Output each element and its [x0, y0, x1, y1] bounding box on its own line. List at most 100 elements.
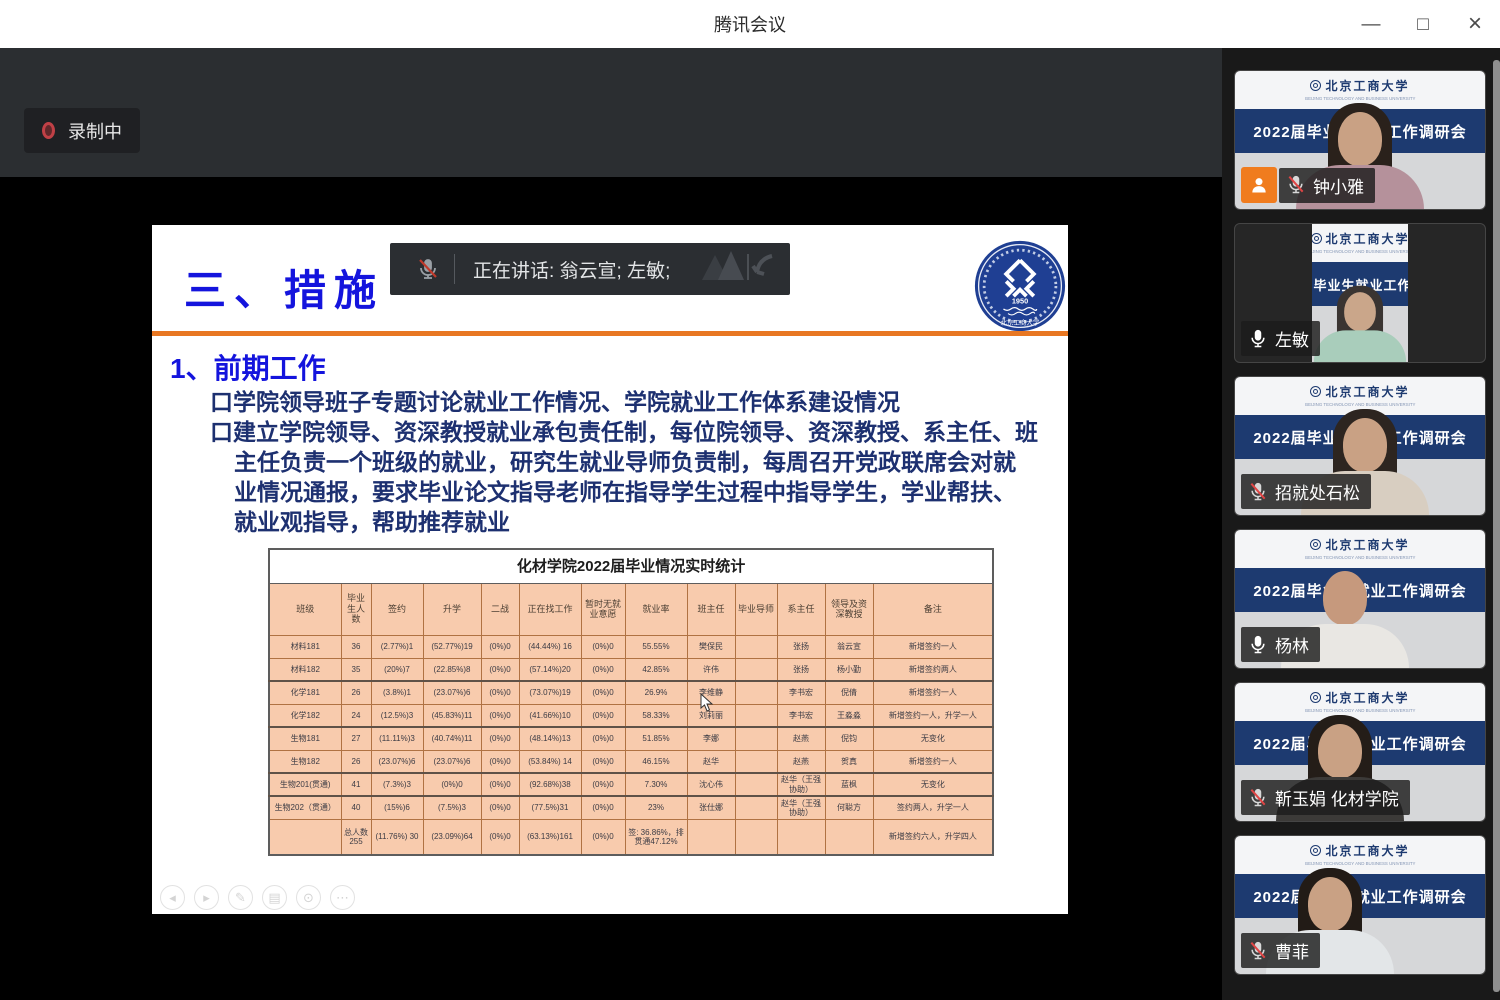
table-cell: (0%)0: [581, 635, 625, 658]
pen-icon[interactable]: ✎: [228, 885, 253, 910]
university-name-en: BEIJING TECHNOLOGY AND BUSINESS UNIVERSI…: [1305, 708, 1415, 713]
table-cell: 新增签约一人: [873, 635, 993, 658]
table-cell: 赵华（王强协助）: [777, 773, 825, 796]
participant-name: 左敏: [1275, 326, 1309, 351]
table-cell: 张仕娜: [687, 796, 735, 819]
participant-name: 曹菲: [1275, 938, 1309, 963]
tile-badges: 钟小雅: [1241, 167, 1375, 203]
university-name: 北京工商大学: [1325, 383, 1409, 400]
table-cell: (0%)0: [481, 681, 519, 704]
participant-tile[interactable]: 北京工商大学 BEIJING TECHNOLOGY AND BUSINESS U…: [1234, 682, 1486, 822]
university-emblem-icon: [1310, 539, 1321, 550]
sidebar-scrollbar[interactable]: [1493, 60, 1500, 992]
watermark-logo-icon: [700, 248, 778, 291]
participant-tile[interactable]: 北京工商大学 BEIJING TECHNOLOGY AND BUSINESS U…: [1234, 223, 1486, 363]
table-cell: [735, 796, 777, 819]
window-controls: — □ ×: [1360, 0, 1486, 48]
virtual-bg-banner: 2022届毕业生就业工作调研会: [1235, 109, 1485, 153]
tile-badges: 杨林: [1241, 627, 1320, 662]
table-cell: 7.30%: [625, 773, 687, 796]
table-cell: 沈心伟: [687, 773, 735, 796]
slide-bullet-list: 口学院领导班子专题讨论就业工作情况、学院就业工作体系建设情况 口建立学院领导、资…: [210, 387, 1038, 537]
table-title: 化材学院2022届毕业情况实时统计: [269, 549, 993, 583]
table-cell: (41.66%)10: [519, 704, 581, 727]
university-name-en: BEIJING TECHNOLOGY AND BUSINESS UNIVERSI…: [1312, 249, 1408, 254]
table-cell: (0%)0: [481, 773, 519, 796]
table-cell: (12.5%)3: [371, 704, 423, 727]
university-name-en: BEIJING TECHNOLOGY AND BUSINESS UNIVERSI…: [1305, 555, 1415, 560]
previous-slide-icon[interactable]: ◂: [160, 885, 185, 910]
participant-namebar: 钟小雅: [1279, 168, 1375, 203]
table-cell: 36: [341, 635, 371, 658]
recording-label: 录制中: [68, 118, 122, 144]
virtual-bg-header: 北京工商大学 BEIJING TECHNOLOGY AND BUSINESS U…: [1235, 530, 1485, 568]
table-cell: 张扬: [777, 658, 825, 681]
recording-badge[interactable]: 录制中: [24, 108, 140, 153]
university-emblem-icon: [1310, 692, 1321, 703]
table-header-cell: 备注: [873, 583, 993, 635]
participant-name: 杨林: [1275, 632, 1309, 657]
university-name: 北京工商大学: [1325, 77, 1409, 94]
virtual-bg-footer: [1312, 306, 1408, 362]
table-cell: [735, 773, 777, 796]
table-cell: 李书宏: [777, 704, 825, 727]
window-titlebar: 腾讯会议 — □ ×: [0, 0, 1500, 48]
mic-status-icon: [1248, 635, 1268, 655]
maximize-button[interactable]: □: [1412, 15, 1434, 34]
svg-text:1950: 1950: [1012, 296, 1028, 305]
table-header-cell: 班级: [269, 583, 341, 635]
top-toolbar-strip: [0, 48, 1222, 177]
table-cell: 生物202（贯通）: [269, 796, 341, 819]
table-cell: 无变化: [873, 773, 993, 796]
participant-tile[interactable]: 北京工商大学 BEIJING TECHNOLOGY AND BUSINESS U…: [1234, 376, 1486, 516]
virtual-bg-banner: 2022届毕业生就业工作调研会: [1235, 568, 1485, 612]
table-cell: (23.09%)64: [423, 819, 481, 855]
table-cell: [687, 819, 735, 855]
table-cell: 26: [341, 750, 371, 773]
participants-panel: 北京工商大学 BEIJING TECHNOLOGY AND BUSINESS U…: [1222, 48, 1500, 1000]
participant-tile[interactable]: 北京工商大学 BEIJING TECHNOLOGY AND BUSINESS U…: [1234, 529, 1486, 669]
table-header-cell: 系主任: [777, 583, 825, 635]
table-cell: (0%)0: [581, 773, 625, 796]
table-cell: (0%)0: [581, 704, 625, 727]
table-header-cell: 升学: [423, 583, 481, 635]
participant-tile[interactable]: 北京工商大学 BEIJING TECHNOLOGY AND BUSINESS U…: [1234, 835, 1486, 975]
statistics-table-wrap: 化材学院2022届毕业情况实时统计班级毕业生人数签约升学二战正在找工作暂时无就业…: [268, 548, 992, 856]
table-cell: 杨小勤: [825, 658, 873, 681]
close-button[interactable]: ×: [1464, 12, 1486, 36]
table-header-cell: 毕业导师: [735, 583, 777, 635]
table-cell: 新增签约六人，升学四人: [873, 819, 993, 855]
participant-name: 靳玉娟 化材学院: [1275, 785, 1399, 810]
mic-status-icon: [1286, 175, 1306, 195]
participant-namebar: 左敏: [1241, 321, 1320, 356]
table-header-cell: 二战: [481, 583, 519, 635]
table-cell: 55.55%: [625, 635, 687, 658]
participant-tile[interactable]: 北京工商大学 BEIJING TECHNOLOGY AND BUSINESS U…: [1234, 70, 1486, 210]
zoom-icon[interactable]: ⊙: [296, 885, 321, 910]
ink-options-icon[interactable]: ▤: [262, 885, 287, 910]
participant-namebar: 靳玉娟 化材学院: [1241, 780, 1410, 815]
university-emblem-icon: [1310, 386, 1321, 397]
divider-rule: [152, 331, 1068, 336]
table-cell: (0%)0: [481, 819, 519, 855]
virtual-bg-header: 北京工商大学 BEIJING TECHNOLOGY AND BUSINESS U…: [1235, 683, 1485, 721]
minimize-button[interactable]: —: [1360, 15, 1382, 34]
table-cell: 35: [341, 658, 371, 681]
mic-status-icon: [1248, 788, 1268, 808]
mouse-cursor: [700, 693, 715, 713]
tile-badges: 招就处石松: [1241, 474, 1371, 509]
table-cell: (0%)0: [581, 681, 625, 704]
table-cell: [735, 750, 777, 773]
slideshow-toolbar: ◂ ▸ ✎ ▤ ⊙ ⋯: [160, 885, 355, 910]
table-cell: 27: [341, 727, 371, 750]
table-cell: (23.07%)6: [423, 681, 481, 704]
more-options-icon[interactable]: ⋯: [330, 885, 355, 910]
university-name: 北京工商大学: [1325, 689, 1409, 706]
participant-namebar: 曹菲: [1241, 933, 1320, 968]
table-cell: 赵华: [687, 750, 735, 773]
table-cell: (23.07%)6: [371, 750, 423, 773]
participant-name: 钟小雅: [1313, 173, 1364, 198]
tile-badges: 曹菲: [1241, 933, 1320, 968]
next-slide-icon[interactable]: ▸: [194, 885, 219, 910]
sharing-user-badge: [1241, 167, 1277, 203]
